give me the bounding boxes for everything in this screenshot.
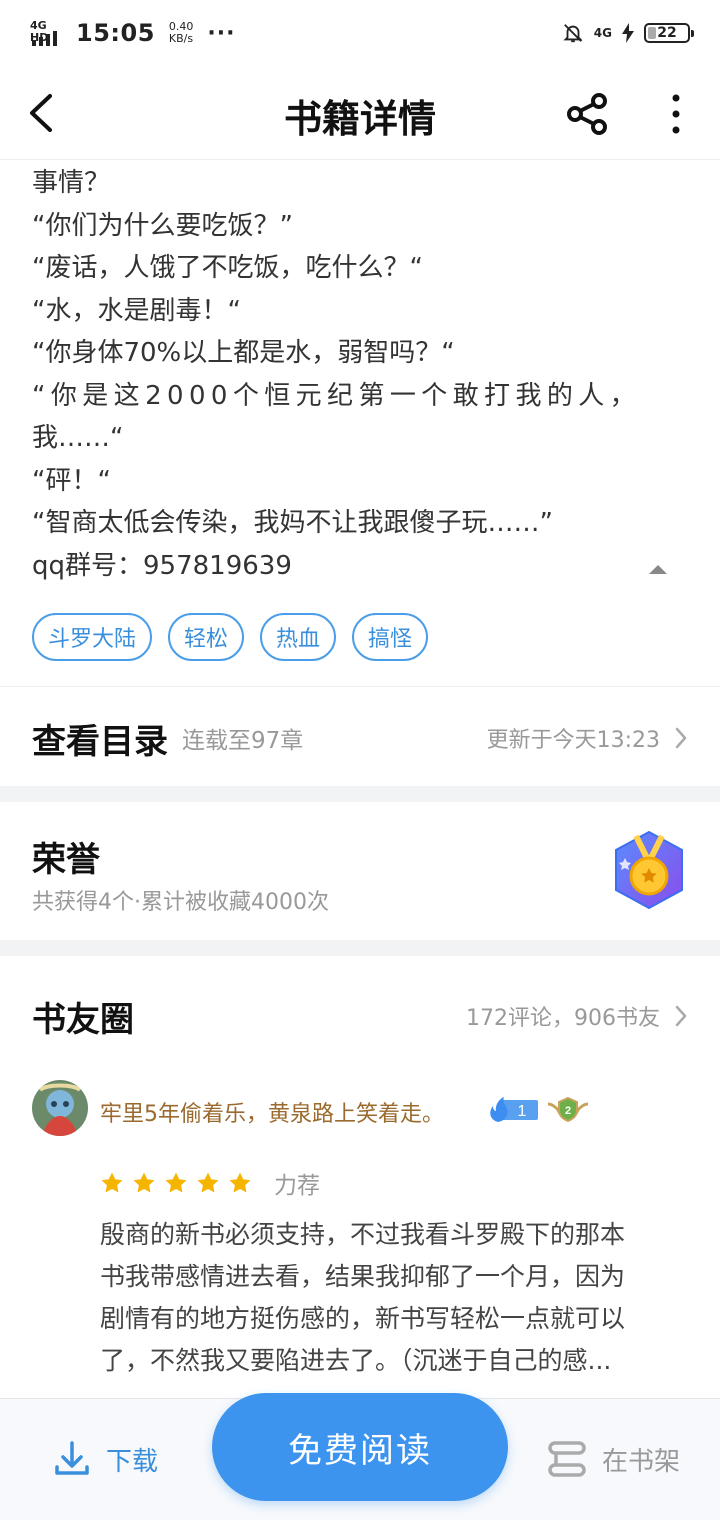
comment-line: 剧情有的地方挺伤感的，新书写轻松一点就可以: [100, 1304, 626, 1333]
back-icon[interactable]: [26, 90, 66, 136]
divider: [0, 686, 720, 687]
intro-line: “你们为什么要吃饭？”: [32, 210, 293, 241]
book-circle-counts: 172评论，906书友: [466, 1006, 660, 1031]
more-notifications-icon: ···: [207, 20, 236, 46]
book-intro: 事情？ “你们为什么要吃饭？” “废话，人饿了不吃饭，吃什么？“ “水，水是剧毒…: [32, 162, 692, 587]
section-divider: [0, 940, 720, 956]
comment-line: 书我带感情进去看，结果我抑郁了一个月，因为: [100, 1262, 626, 1291]
honor-heading: 荣誉: [32, 840, 100, 880]
intro-line: “智商太低会传染，我妈不让我跟傻子玩……”: [32, 508, 553, 538]
intro-line: “砰！“: [32, 465, 111, 496]
status-bar: 4G HD 15:05 0.40 KB/s ··· 4G 22: [0, 0, 720, 66]
app-header: 书籍详情: [0, 66, 720, 160]
intro-line: “你是这2000个恒元纪第一个敢打我的人，: [32, 380, 642, 411]
tag-chip[interactable]: 搞怪: [352, 613, 429, 661]
catalog-progress: 连载至97章: [182, 728, 304, 754]
chevron-right-icon: [675, 727, 687, 749]
download-icon: [55, 1441, 89, 1475]
tag-list: 斗罗大陆 轻松 热血 搞怪: [32, 613, 429, 661]
share-icon[interactable]: [566, 92, 610, 136]
download-label: 下载: [106, 1446, 159, 1477]
on-shelf-button[interactable]: 在书架: [546, 1439, 680, 1479]
rating-stars: 力荐: [100, 1166, 320, 1200]
comment-text: 殷商的新书必须支持，不过我看斗罗殿下的那本 书我带感情进去看，结果我抑郁了一个月…: [100, 1214, 692, 1382]
network-speed: 0.40 KB/s: [169, 21, 194, 45]
fire-level-badge-icon: 1: [490, 1097, 538, 1122]
avatar[interactable]: [32, 1080, 88, 1136]
collapse-intro-icon[interactable]: [646, 560, 670, 578]
on-shelf-label: 在书架: [602, 1446, 681, 1477]
rating-label: 力荐: [274, 1173, 320, 1199]
book-circle-header[interactable]: 书友圈 172评论，906书友: [32, 986, 688, 1046]
honor-summary: 共获得4个·累计被收藏4000次: [32, 890, 329, 915]
star-icon: [197, 1172, 219, 1193]
tag-chip[interactable]: 轻松: [168, 613, 245, 661]
qq-group-number: qq群号：957819639: [32, 550, 292, 581]
star-icon: [133, 1172, 155, 1193]
page-title: 书籍详情: [283, 96, 436, 141]
intro-line: 我……“: [32, 423, 124, 453]
rank-level-value: 2: [565, 1105, 571, 1117]
tag-chip[interactable]: 热血: [260, 613, 337, 661]
download-button[interactable]: 下载: [52, 1439, 158, 1479]
chevron-right-icon: [675, 1005, 687, 1027]
charging-icon: [622, 23, 634, 43]
bookshelf-icon: [548, 1441, 586, 1477]
comment-line: 了，不然我又要陷进去了。（沉迷于自己的感...: [100, 1346, 612, 1375]
more-options-icon[interactable]: [664, 92, 688, 136]
tag-chip[interactable]: 斗罗大陆: [32, 613, 153, 661]
medal-icon: [615, 830, 683, 910]
intro-line: “废话，人饿了不吃饭，吃什么？“: [32, 253, 423, 283]
battery-icon: 22: [644, 23, 694, 43]
signal-icon: 4G HD: [30, 20, 64, 46]
fire-level-value: 1: [518, 1103, 527, 1120]
free-read-button[interactable]: 免费阅读: [212, 1393, 508, 1501]
catalog-updated: 更新于今天13:23: [486, 728, 660, 753]
section-divider: [0, 786, 720, 802]
comment-line: 殷商的新书必须支持，不过我看斗罗殿下的那本: [100, 1220, 626, 1249]
catalog-heading: 查看目录: [32, 721, 168, 762]
star-icon: [229, 1172, 251, 1193]
intro-line: “你身体70%以上都是水，弱智吗？“: [32, 338, 455, 368]
network-type: 4G: [593, 26, 612, 40]
speed-unit: KB/s: [168, 32, 194, 45]
intro-line: “水，水是剧毒！“: [32, 295, 241, 326]
clock: 15:05: [76, 19, 155, 47]
bottom-action-bar: 下载 免费阅读 在书架: [0, 1393, 720, 1520]
comment-username[interactable]: 牢里5年偷着乐，黄泉路上笑着走。: [100, 1096, 444, 1128]
star-icon: [101, 1172, 123, 1193]
intro-line: 事情？: [32, 168, 111, 198]
star-icon: [165, 1172, 187, 1193]
catalog-row[interactable]: 查看目录 连载至97章 更新于今天13:23: [32, 706, 688, 770]
bell-muted-icon: [563, 24, 583, 43]
honor-section[interactable]: 荣誉 共获得4个·累计被收藏4000次: [32, 820, 688, 930]
battery-level: 22: [657, 25, 677, 41]
book-circle-heading: 书友圈: [32, 999, 134, 1040]
rank-level-badge-icon: 2: [547, 1096, 589, 1123]
